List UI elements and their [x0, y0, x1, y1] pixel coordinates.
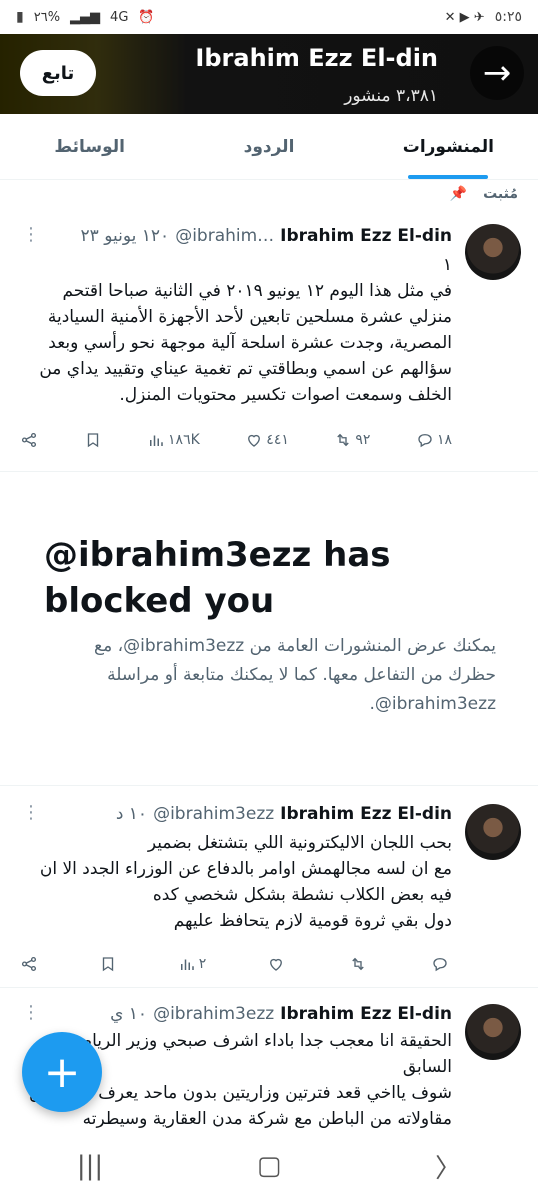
status-bar: ▮ ٢٦% ▂▄▆ 4G ⏰ ✕ ▶ ✈ ٥:٢٥ [0, 0, 538, 34]
alarm-icon: ⏰ [138, 9, 155, 25]
tweet-item[interactable]: Ibrahim Ezz El-din @ibrahim… ١٢٠ يونيو ٢… [0, 206, 538, 472]
tweet-header: Ibrahim Ezz El-din @ibrahim3ezz ١٠ د [116, 804, 452, 824]
share-button[interactable] [20, 431, 38, 449]
blocked-description: يمكنك عرض المنشورات العامة من ‎@ibrahim3… [94, 636, 496, 714]
reply-button[interactable] [431, 955, 452, 973]
tweet-time: ١٠ د [115, 804, 148, 824]
avatar[interactable] [465, 1004, 521, 1060]
avatar[interactable] [465, 804, 521, 860]
tweet-header: Ibrahim Ezz El-din @ibrahim3ezz ١٠ ي [110, 1004, 452, 1024]
tweet-actions: ٢ [20, 950, 452, 978]
like-button[interactable] [267, 955, 288, 973]
like-count: ٤٤١ [266, 432, 289, 448]
more-options-icon[interactable]: ⋮ [22, 1002, 40, 1023]
back-nav-icon[interactable]: 〉 [435, 1148, 461, 1185]
tweet-text: بحب اللجان الاليكترونية اللي بتشتغل بضمي… [39, 833, 452, 931]
tab-replies[interactable]: الردود [179, 114, 358, 179]
tweet-author[interactable]: Ibrahim Ezz El-din [280, 226, 452, 246]
battery-level: ٢٦% [33, 9, 61, 25]
profile-header: → Ibrahim Ezz El-din ٣،٣٨١ منشور تابع [0, 34, 538, 114]
tweet-time: ١٠ ي [110, 1004, 148, 1024]
pinned-label: مُثبت [483, 186, 518, 202]
notification-icon: ✕ ▶ ✈ [444, 9, 485, 25]
more-options-icon[interactable]: ⋮ [22, 802, 40, 823]
views-button[interactable]: ٢ [178, 955, 207, 973]
tweet-time: ١٢٠ يونيو ٢٣ [80, 226, 170, 246]
views-button[interactable]: ١٨٦K [147, 431, 200, 449]
reply-icon [418, 434, 432, 448]
bookmark-icon [87, 433, 98, 448]
view-count: ١٨٦K [168, 432, 200, 448]
share-icon [21, 432, 37, 448]
status-left: ▮ ٢٦% ▂▄▆ 4G ⏰ [16, 9, 155, 25]
profile-name: Ibrahim Ezz El-din [195, 44, 438, 72]
signal-icon: ▂▄▆ [70, 9, 101, 25]
home-icon[interactable]: ▢ [257, 1151, 282, 1181]
post-count: ٣،٣٨١ منشور [344, 86, 438, 106]
views-icon [150, 435, 163, 446]
views-icon [180, 959, 194, 970]
like-button[interactable]: ٤٤١ [245, 431, 289, 449]
more-options-icon[interactable]: ⋮ [22, 224, 40, 245]
network-type: 4G [110, 9, 129, 25]
tweet-item[interactable]: Ibrahim Ezz El-din @ibrahim3ezz ١٠ د ⋮ ب… [0, 786, 538, 988]
tweet-header: Ibrahim Ezz El-din @ibrahim… ١٢٠ يونيو ٢… [81, 226, 452, 246]
bookmark-button[interactable] [99, 955, 117, 973]
blocked-notice: @ibrahim3ezz has blocked you يمكنك عرض ا… [0, 472, 538, 786]
tweet-author[interactable]: Ibrahim Ezz El-din [280, 804, 452, 824]
tweet-author[interactable]: Ibrahim Ezz El-din [280, 1004, 452, 1024]
plus-icon: + [43, 1046, 81, 1098]
battery-icon: ▮ [16, 9, 24, 25]
follow-button[interactable]: تابع [20, 50, 96, 96]
system-nav-bar: ||| ▢ 〉 [0, 1132, 538, 1200]
share-button[interactable] [20, 955, 38, 973]
reply-icon [433, 958, 447, 972]
reply-count: ١٨ [436, 432, 452, 448]
tweet-handle: @ibrahim3ezz [153, 1004, 275, 1024]
pin-icon: 📌 [449, 186, 468, 202]
repost-button[interactable] [349, 955, 370, 973]
tweet-text: ١ في مثل هذا اليوم ١٢ يونيو ٢٠١٩ في الثا… [39, 255, 452, 405]
repost-icon [337, 433, 350, 447]
heart-icon [270, 958, 283, 971]
arrow-right-icon: → [482, 53, 512, 93]
tab-posts[interactable]: المنشورات [359, 114, 538, 179]
repost-count: ٩٢ [355, 432, 371, 448]
recent-apps-icon[interactable]: ||| [77, 1151, 103, 1181]
profile-tabs: المنشورات الردود الوسائط [0, 114, 538, 180]
reply-button[interactable]: ١٨ [416, 431, 452, 449]
status-right: ✕ ▶ ✈ ٥:٢٥ [445, 9, 522, 25]
compose-button[interactable]: + [22, 1032, 102, 1112]
blocked-title: @ibrahim3ezz has blocked you [44, 535, 391, 621]
share-icon [21, 956, 37, 972]
repost-button[interactable]: ٩٢ [334, 431, 370, 449]
avatar[interactable] [465, 224, 521, 280]
tweet-handle: @ibrahim3ezz [153, 804, 275, 824]
heart-icon [248, 434, 261, 447]
repost-icon [352, 957, 364, 971]
tweet-handle: @ibrahim… [175, 226, 275, 246]
tweet-actions: ١٨ ٩٢ ٤٤١ ١٨٦K [20, 426, 452, 454]
clock: ٥:٢٥ [494, 9, 522, 25]
back-button[interactable]: → [470, 46, 524, 100]
view-count: ٢ [198, 956, 207, 972]
tab-media[interactable]: الوسائط [0, 114, 179, 179]
bookmark-icon [102, 957, 114, 972]
pinned-indicator: 📌 مُثبت [450, 186, 518, 202]
bookmark-button[interactable] [84, 431, 102, 449]
